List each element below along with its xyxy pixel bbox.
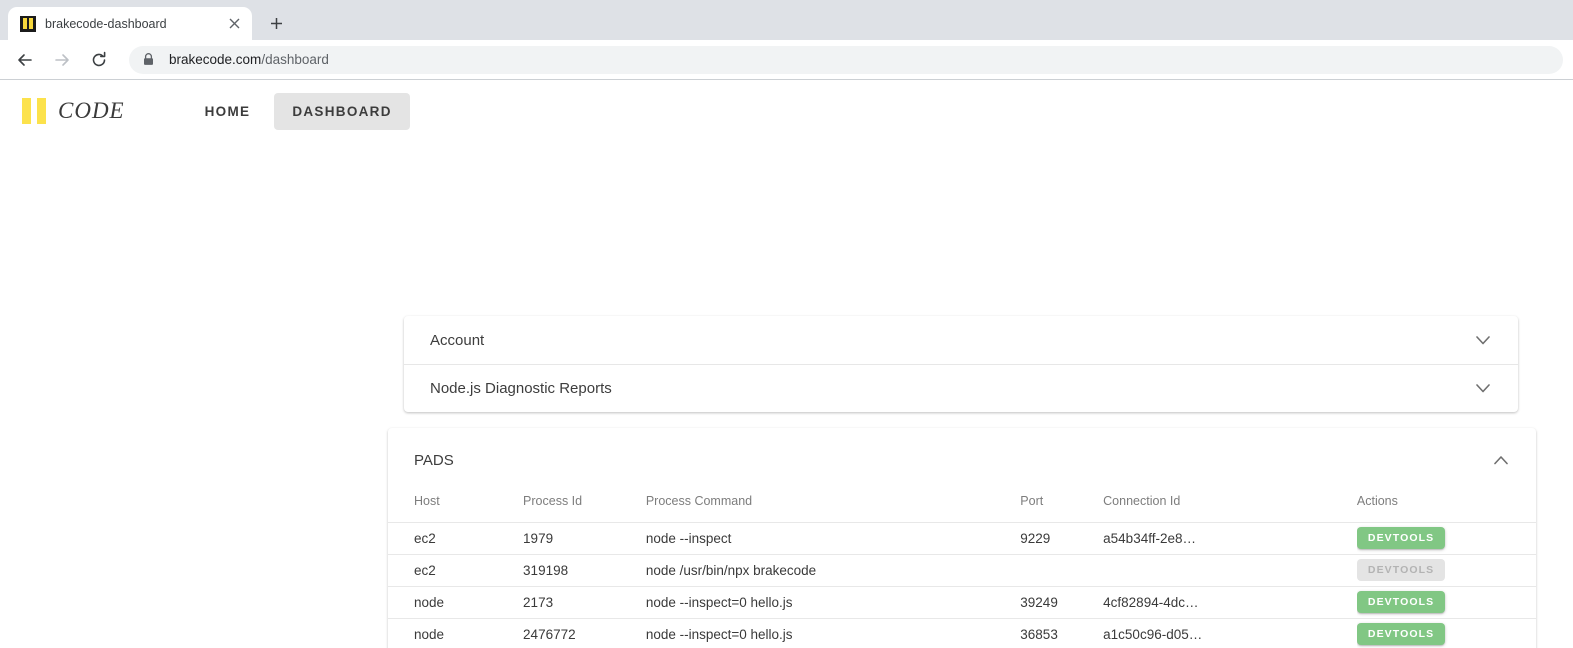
cell-actions: DEVTOOLS: [1356, 553, 1536, 586]
accordion-item-nodejs-diagnostic-reports[interactable]: Node.js Diagnostic Reports: [404, 364, 1518, 412]
browser-chrome: brakecode-dashboard brakecode.com/dashbo…: [0, 0, 1573, 80]
accordion-panel: Account Node.js Diagnostic Reports: [404, 316, 1518, 412]
table-header-row: Host Process Id Process Command Port Con…: [388, 492, 1536, 522]
pads-panel: PADS Host Process Id Process Command Por…: [388, 428, 1536, 648]
reload-icon[interactable]: [84, 45, 114, 75]
column-header-port: Port: [1020, 493, 1044, 508]
cell-connection-id: [1103, 553, 1357, 586]
browser-tab[interactable]: brakecode-dashboard: [8, 7, 252, 40]
table-row[interactable]: ec2 319198 node /usr/bin/npx brakecode D…: [388, 553, 1536, 586]
cell-process-id: 1979: [523, 521, 646, 554]
browser-toolbar: brakecode.com/dashboard: [0, 40, 1573, 80]
cell-port: 36853: [1020, 617, 1104, 648]
url-path: /dashboard: [261, 52, 329, 67]
page-content: Account Node.js Diagnostic Reports PADS …: [0, 142, 1573, 648]
cell-process-id: 2173: [523, 585, 646, 618]
accordion-label: Node.js Diagnostic Reports: [430, 380, 612, 397]
accordion-item-account[interactable]: Account: [404, 316, 1518, 364]
pads-panel-header[interactable]: PADS: [388, 428, 1536, 492]
url-text: brakecode.com/dashboard: [169, 52, 329, 67]
cell-actions: DEVTOOLS: [1356, 617, 1536, 648]
cell-port: 39249: [1020, 585, 1104, 618]
table-row[interactable]: node 2173 node --inspect=0 hello.js 3924…: [388, 585, 1536, 618]
cell-process-command: node --inspect=0 hello.js: [645, 617, 1021, 648]
forward-icon[interactable]: [47, 45, 77, 75]
cell-actions: DEVTOOLS: [1356, 521, 1536, 554]
pads-table-head: Host Process Id Process Command Port Con…: [388, 492, 1536, 522]
accordion-label: Account: [430, 331, 485, 349]
logo-bars-icon: [22, 98, 46, 124]
cell-port: [1020, 553, 1104, 586]
chevron-down-icon[interactable]: [1472, 378, 1494, 400]
close-icon[interactable]: [224, 14, 244, 34]
cell-host: ec2: [388, 521, 524, 554]
brakecode-logo[interactable]: CODE: [22, 98, 125, 124]
cell-port: 9229: [1020, 521, 1104, 554]
cell-host: node: [388, 585, 524, 618]
cell-host: node: [388, 617, 524, 648]
pads-table: Host Process Id Process Command Port Con…: [388, 492, 1536, 648]
new-tab-button[interactable]: [262, 9, 290, 37]
brakecode-favicon: [20, 15, 36, 32]
cell-connection-id: a54b34ff-2e8…: [1103, 521, 1357, 554]
cell-process-id: 319198: [523, 553, 646, 586]
cell-host: ec2: [388, 553, 524, 586]
pads-table-body: ec2 1979 node --inspect 9229 a54b34ff-2e…: [388, 521, 1536, 648]
devtools-button[interactable]: DEVTOOLS: [1356, 623, 1446, 645]
column-header-process-command: Process Command: [645, 493, 753, 508]
cell-connection-id: 4cf82894-4dc…: [1103, 585, 1357, 618]
nav-item-home[interactable]: HOME: [187, 93, 269, 130]
table-row[interactable]: ec2 1979 node --inspect 9229 a54b34ff-2e…: [388, 521, 1536, 554]
logo-text: CODE: [58, 98, 125, 123]
devtools-button[interactable]: DEVTOOLS: [1356, 527, 1446, 549]
chevron-down-icon[interactable]: [1472, 329, 1494, 351]
cell-process-command: node --inspect: [645, 521, 1021, 554]
lock-icon: [143, 53, 157, 66]
cell-connection-id: a1c50c96-d05…: [1103, 617, 1357, 648]
cell-actions: DEVTOOLS: [1356, 585, 1536, 618]
tab-title: brakecode-dashboard: [45, 16, 167, 31]
address-bar[interactable]: brakecode.com/dashboard: [129, 45, 1563, 74]
app-header: CODE HOME DASHBOARD: [0, 80, 1573, 142]
cell-process-command: node --inspect=0 hello.js: [645, 585, 1021, 618]
pads-title: PADS: [414, 451, 454, 469]
tab-strip: brakecode-dashboard: [0, 0, 1573, 40]
column-header-process-id: Process Id: [523, 493, 583, 508]
devtools-button-disabled: DEVTOOLS: [1356, 559, 1446, 581]
main-nav: HOME DASHBOARD: [187, 92, 410, 130]
column-header-host: Host: [414, 493, 440, 508]
chevron-up-icon[interactable]: [1490, 449, 1512, 471]
column-header-connection-id: Connection Id: [1103, 493, 1181, 508]
back-icon[interactable]: [10, 45, 40, 75]
nav-item-dashboard[interactable]: DASHBOARD: [274, 92, 410, 130]
cell-process-command: node /usr/bin/npx brakecode: [645, 553, 1021, 586]
devtools-button[interactable]: DEVTOOLS: [1356, 591, 1446, 613]
column-header-actions: Actions: [1356, 493, 1398, 508]
table-row[interactable]: node 2476772 node --inspect=0 hello.js 3…: [388, 617, 1536, 648]
url-domain: brakecode.com: [169, 52, 262, 67]
cell-process-id: 2476772: [523, 617, 646, 648]
